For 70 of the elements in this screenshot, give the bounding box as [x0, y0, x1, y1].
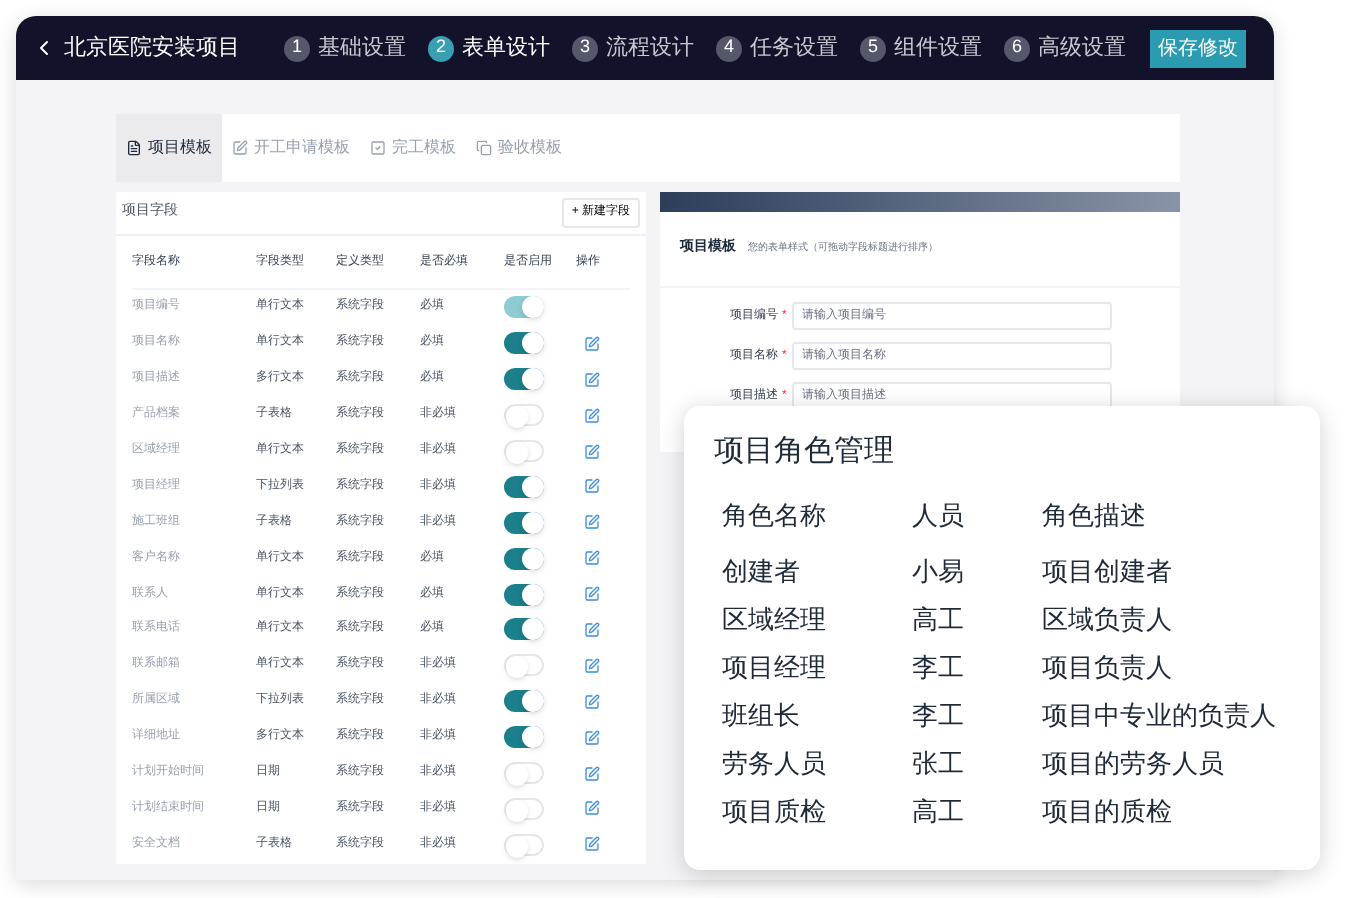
edit-icon[interactable]	[584, 657, 600, 674]
toggle-switch[interactable]	[504, 726, 544, 749]
toggle-switch[interactable]	[504, 654, 544, 677]
step-number: 2	[428, 35, 454, 61]
table-cell-text: 项目负责人	[1042, 649, 1174, 685]
column-header: 角色描述	[1042, 497, 1148, 533]
table-cell-text: 班组长	[722, 697, 802, 733]
edit-icon[interactable]	[584, 514, 600, 531]
step-tab[interactable]: 5 组件设置	[860, 31, 982, 65]
table-cell-text: 李工	[912, 697, 966, 733]
step-tab[interactable]: 3 流程设计	[572, 31, 694, 65]
toggle-switch[interactable]	[504, 583, 544, 606]
table-cell-text: 高工	[912, 793, 966, 829]
column-header: 人员	[912, 497, 966, 533]
toggle-switch[interactable]	[504, 762, 544, 785]
toggle-switch[interactable]	[504, 511, 544, 534]
edit-icon[interactable]	[584, 729, 600, 746]
edit-icon[interactable]	[584, 335, 600, 352]
edit-icon[interactable]	[584, 586, 600, 603]
table-cell-text: 项目质检	[722, 793, 828, 829]
step-number: 3	[572, 35, 598, 61]
table-cell-text: 项目中专业的负责人	[1042, 697, 1278, 733]
step-tab[interactable]: 1 基础设置	[284, 31, 406, 65]
toggle-switch[interactable]	[504, 368, 544, 391]
edit-icon[interactable]	[584, 443, 600, 459]
edit-icon[interactable]	[584, 478, 600, 495]
table-cell-text: 区域负责人	[1042, 601, 1174, 637]
toggle-switch[interactable]	[504, 618, 544, 641]
toggle-switch[interactable]	[504, 797, 544, 820]
step-tab[interactable]: 4 任务设置	[716, 31, 838, 65]
template-tab[interactable]: 项目模板	[116, 114, 222, 182]
table-cell-text: 劳务人员	[722, 745, 828, 781]
table-cell-text: 高工	[912, 601, 966, 637]
check-icon	[370, 140, 386, 156]
toggle-switch[interactable]	[504, 690, 544, 713]
toggle-switch[interactable]	[504, 475, 544, 498]
edit-icon[interactable]	[584, 407, 600, 424]
table-cell-text: 创建者	[722, 553, 802, 589]
file-icon	[126, 140, 142, 156]
table-cell-text: 项目的劳务人员	[1042, 745, 1226, 781]
toggle-switch[interactable]	[504, 547, 544, 570]
step-number: 4	[716, 35, 742, 61]
column-header: 角色名称	[722, 497, 828, 533]
toggle-switch[interactable]	[504, 833, 544, 856]
edit-icon[interactable]	[584, 765, 600, 782]
edit-icon[interactable]	[584, 836, 600, 853]
table-cell-text: 项目的质检	[1042, 793, 1174, 829]
step-number: 6	[1004, 35, 1030, 61]
toggle-switch[interactable]	[504, 440, 544, 462]
edit-icon[interactable]	[584, 371, 600, 388]
edit-icon[interactable]	[584, 550, 600, 567]
toggle-switch[interactable]	[504, 332, 544, 355]
table-cell-text: 项目经理	[722, 649, 828, 685]
toggle-switch[interactable]	[504, 404, 544, 427]
edit-icon	[232, 140, 248, 156]
step-tab[interactable]: 2 表单设计	[428, 31, 550, 65]
step-number: 5	[860, 35, 886, 61]
step-tab[interactable]: 6 高级设置	[1004, 31, 1126, 65]
table-cell-text: 项目创建者	[1042, 553, 1174, 589]
edit-icon[interactable]	[584, 621, 600, 638]
copy-icon	[476, 140, 492, 156]
table-cell-text: 区域经理	[722, 601, 828, 637]
edit-icon[interactable]	[584, 800, 600, 817]
table-cell-text: 张工	[912, 745, 966, 781]
edit-icon[interactable]	[584, 693, 600, 710]
project-title[interactable]: 北京医院安装项目	[64, 31, 240, 65]
table-cell-text: 小易	[912, 553, 966, 589]
step-number: 1	[284, 35, 310, 61]
card-title: 项目角色管理	[714, 432, 896, 472]
table-cell-text: 李工	[912, 649, 966, 685]
